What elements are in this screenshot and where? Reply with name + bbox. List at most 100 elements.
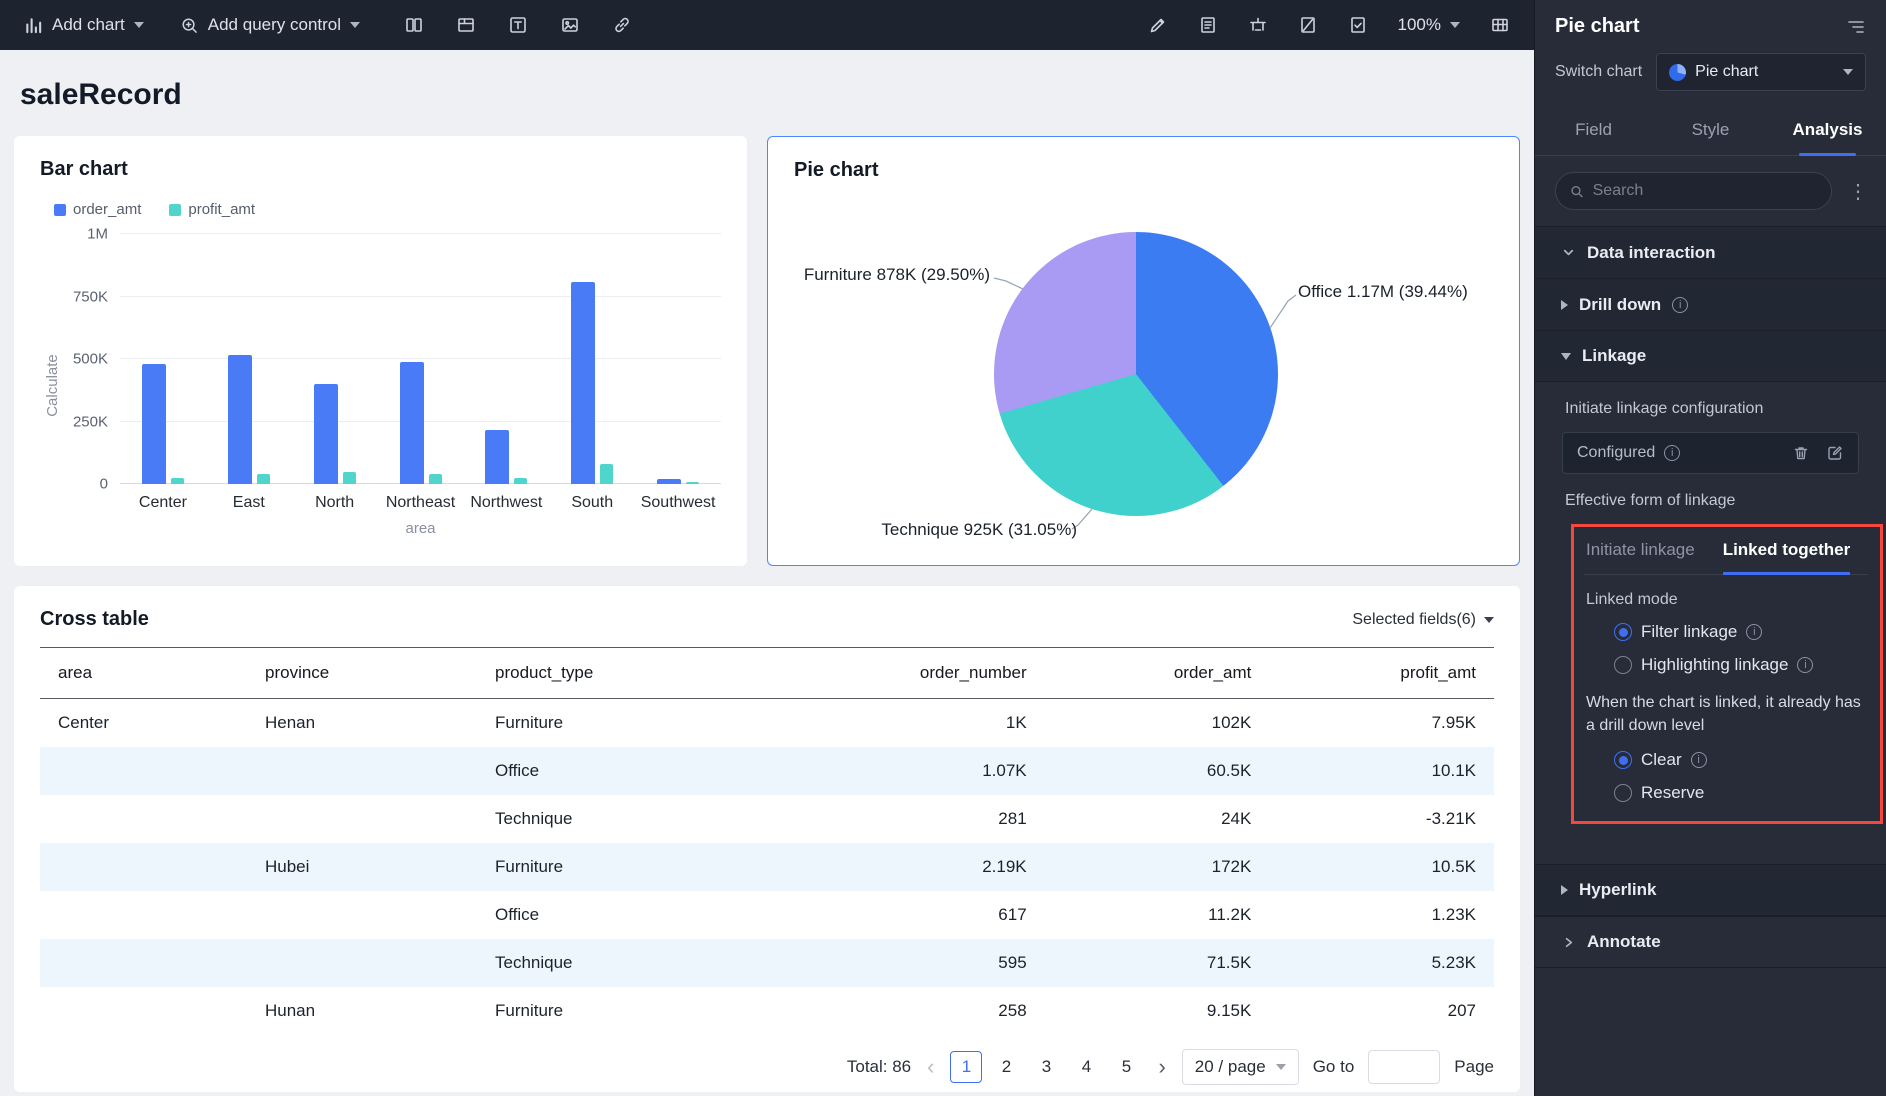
- workbench-icon[interactable]: [1248, 15, 1268, 35]
- section-linkage[interactable]: Linkage: [1535, 330, 1886, 382]
- table-cell: 1.07K: [820, 761, 1045, 781]
- page-label: Page: [1454, 1057, 1494, 1077]
- radio-highlighting-linkage[interactable]: Highlighting linkage i: [1614, 655, 1868, 675]
- column-header[interactable]: province: [255, 663, 485, 683]
- x-tick-label: Northwest: [463, 494, 549, 512]
- link-widget-icon[interactable]: [612, 15, 632, 35]
- pie[interactable]: [994, 232, 1278, 516]
- cross-table-title: Cross table: [40, 608, 149, 631]
- column-header[interactable]: profit_amt: [1269, 663, 1494, 683]
- page-title: saleRecord: [20, 78, 1514, 112]
- column-header[interactable]: order_number: [820, 663, 1045, 683]
- chart-type-select[interactable]: Pie chart: [1656, 53, 1866, 91]
- page-size-label: 20 / page: [1195, 1057, 1266, 1077]
- selected-fields-dropdown[interactable]: Selected fields(6): [1352, 611, 1494, 629]
- bar-plot: [120, 234, 721, 484]
- bar-order_amt[interactable]: [400, 362, 424, 485]
- bar-profit_amt[interactable]: [171, 478, 184, 484]
- tab-initiate-linkage[interactable]: Initiate linkage: [1586, 527, 1695, 574]
- table-cell: 258: [820, 1001, 1045, 1021]
- cross-table-card[interactable]: Cross table Selected fields(6) areaprovi…: [14, 586, 1520, 1092]
- table-row[interactable]: Office61711.2K1.23K: [40, 891, 1494, 939]
- delete-linkage-icon[interactable]: [1792, 444, 1810, 462]
- bar-chart-card[interactable]: Bar chart order_amtprofit_amt Calculate …: [14, 136, 747, 566]
- y-tick-label: 1M: [87, 226, 108, 243]
- search-box[interactable]: [1555, 172, 1832, 210]
- page-button[interactable]: 1: [950, 1051, 982, 1083]
- table-cell: 11.2K: [1045, 905, 1270, 925]
- section-hyperlink[interactable]: Hyperlink: [1535, 864, 1886, 916]
- table-row[interactable]: Technique59571.5K5.23K: [40, 939, 1494, 987]
- bar-order_amt[interactable]: [485, 430, 509, 484]
- chevron-down-icon: [1561, 245, 1576, 260]
- column-header[interactable]: area: [40, 663, 255, 683]
- bar-order_amt[interactable]: [657, 479, 681, 484]
- image-widget-icon[interactable]: [560, 15, 580, 35]
- legend-item[interactable]: order_amt: [54, 201, 141, 218]
- bar-profit_amt[interactable]: [600, 464, 613, 484]
- section-drill-down[interactable]: Drill down i: [1535, 278, 1886, 330]
- sidebar-tabs: Field Style Analysis: [1535, 107, 1886, 156]
- next-page-button[interactable]: ›: [1156, 1056, 1167, 1078]
- column-header[interactable]: product_type: [485, 663, 820, 683]
- bar-profit_amt[interactable]: [514, 478, 527, 484]
- page-button[interactable]: 4: [1070, 1051, 1102, 1083]
- bar-order_amt[interactable]: [314, 384, 338, 484]
- tab-linked-together[interactable]: Linked together: [1723, 527, 1851, 574]
- page-size-select[interactable]: 20 / page: [1182, 1049, 1299, 1085]
- bar-order_amt[interactable]: [142, 364, 166, 484]
- zoom-select[interactable]: 100%: [1398, 15, 1460, 35]
- table-row[interactable]: Office1.07K60.5K10.1K: [40, 747, 1494, 795]
- tab-style[interactable]: Style: [1652, 107, 1769, 155]
- x-tick-label: North: [292, 494, 378, 512]
- panel-collapse-icon[interactable]: [1846, 17, 1866, 37]
- page-button[interactable]: 3: [1030, 1051, 1062, 1083]
- search-input[interactable]: [1593, 182, 1817, 200]
- page-button[interactable]: 2: [990, 1051, 1022, 1083]
- text-widget-icon[interactable]: [508, 15, 528, 35]
- bar-profit_amt[interactable]: [686, 482, 699, 484]
- radio-reserve[interactable]: Reserve: [1614, 783, 1868, 803]
- goto-page-input[interactable]: [1368, 1050, 1440, 1084]
- tab-analysis[interactable]: Analysis: [1769, 107, 1886, 155]
- dataset-doc-icon[interactable]: [1198, 15, 1218, 35]
- info-icon: i: [1746, 624, 1762, 640]
- table-row[interactable]: HunanFurniture2589.15K207: [40, 987, 1494, 1035]
- preview-off-icon[interactable]: [1298, 15, 1318, 35]
- table-row[interactable]: Technique28124K-3.21K: [40, 795, 1494, 843]
- split-columns-icon[interactable]: [404, 15, 424, 35]
- tab-field[interactable]: Field: [1535, 107, 1652, 155]
- radio-clear[interactable]: Clear i: [1614, 750, 1868, 770]
- section-annotate[interactable]: Annotate: [1535, 916, 1886, 968]
- configured-linkage-box[interactable]: Configured i: [1562, 432, 1859, 474]
- theme-pen-icon[interactable]: [1148, 15, 1168, 35]
- bar-profit_amt[interactable]: [429, 474, 442, 484]
- y-tick-label: 750K: [73, 288, 108, 305]
- table-cell: Furniture: [485, 857, 820, 877]
- bar-group: [292, 234, 378, 484]
- table-row[interactable]: HubeiFurniture2.19K172K10.5K: [40, 843, 1494, 891]
- publish-check-icon[interactable]: [1348, 15, 1368, 35]
- legend-item[interactable]: profit_amt: [169, 201, 255, 218]
- tab-container-icon[interactable]: [456, 15, 476, 35]
- more-options-icon[interactable]: ⋮: [1844, 179, 1872, 204]
- radio-filter-linkage[interactable]: Filter linkage i: [1614, 622, 1868, 642]
- column-header[interactable]: order_amt: [1045, 663, 1270, 683]
- prev-page-button[interactable]: ‹: [925, 1056, 936, 1078]
- pie-chart-card[interactable]: Pie chart Furniture 878K (29.50%) Office…: [767, 136, 1520, 566]
- table-row[interactable]: CenterHenanFurniture1K102K7.95K: [40, 699, 1494, 747]
- bar-order_amt[interactable]: [571, 282, 595, 485]
- add-query-control-button[interactable]: Add query control: [180, 15, 360, 35]
- edit-linkage-icon[interactable]: [1826, 444, 1844, 462]
- zoom-level: 100%: [1398, 15, 1441, 35]
- bar-profit_amt[interactable]: [343, 472, 356, 485]
- section-data-interaction[interactable]: Data interaction: [1535, 226, 1886, 278]
- add-chart-button[interactable]: Add chart: [24, 15, 144, 35]
- page-button[interactable]: 5: [1110, 1051, 1142, 1083]
- bar-profit_amt[interactable]: [257, 474, 270, 484]
- radio-unchecked-icon: [1614, 784, 1632, 802]
- info-icon: i: [1672, 297, 1688, 313]
- chevron-down-icon: [1484, 617, 1494, 623]
- bar-order_amt[interactable]: [228, 355, 252, 484]
- grid-settings-icon[interactable]: [1490, 15, 1510, 35]
